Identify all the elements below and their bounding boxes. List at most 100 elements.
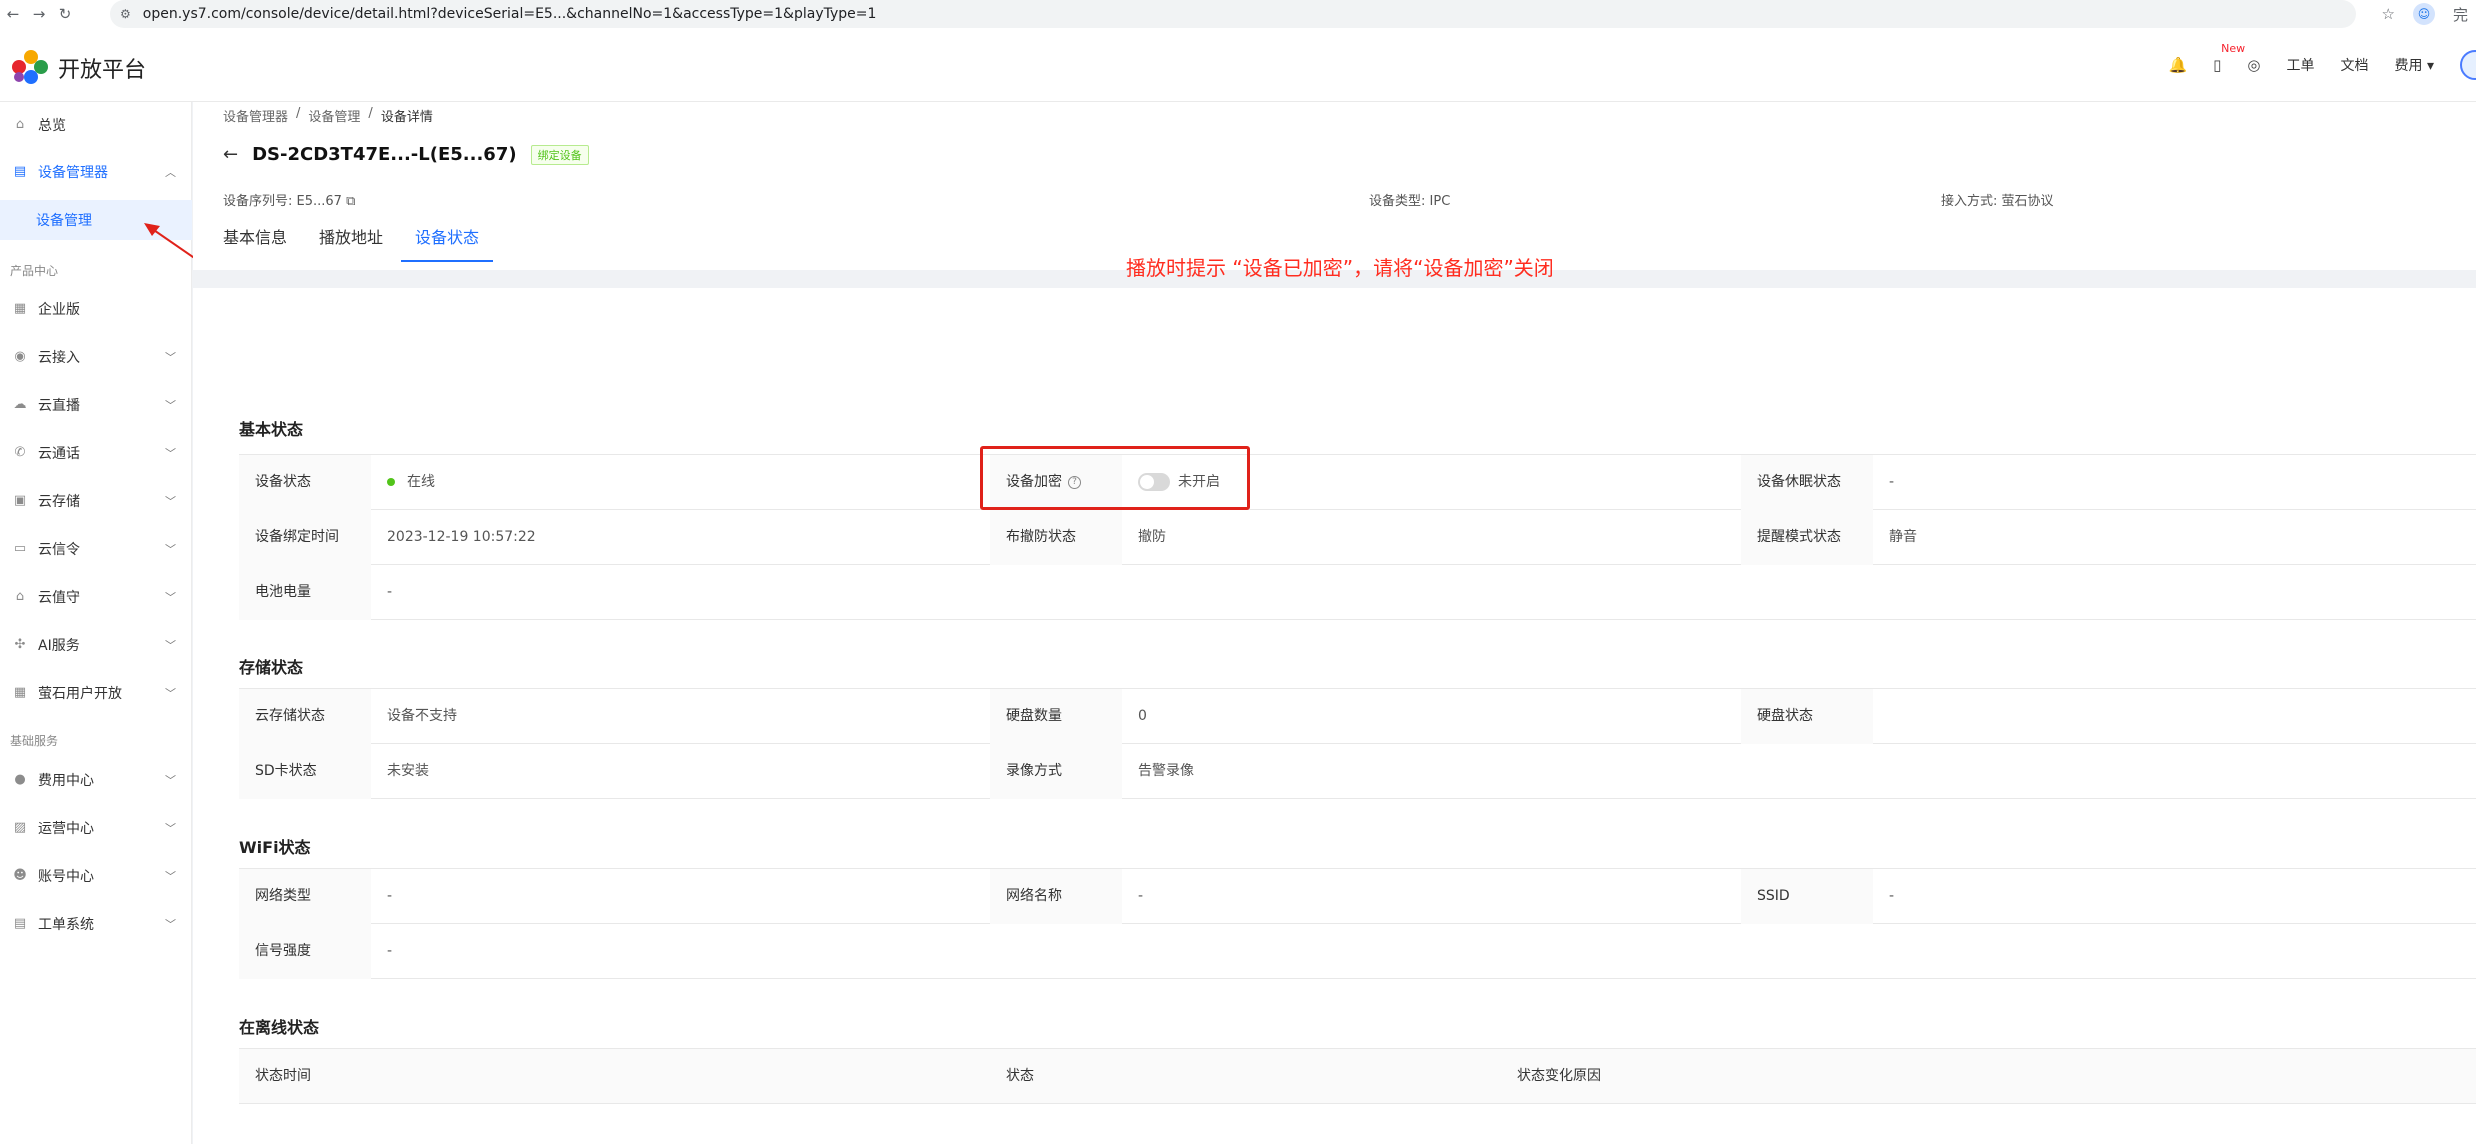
sidebar-item-label: 云值守 [38, 590, 80, 606]
new-badge: New [2221, 42, 2246, 55]
breadcrumb-device-manager[interactable]: 设备管理器 [223, 106, 288, 125]
sidebar-item-cloud-live[interactable]: ☁ 云直播 ﹀ [0, 390, 192, 420]
tab-basic-info[interactable]: 基本信息 [223, 224, 287, 262]
phone-glyph: ▯ [2213, 56, 2222, 74]
compass-icon[interactable]: ◎ [2247, 56, 2260, 74]
logo-text: 开放平台 [58, 58, 147, 83]
sidebar-item-account-center[interactable]: ☻ 账号中心 ﹀ [0, 861, 192, 891]
serial-field: 设备序列号: E5...67 ⧉ [223, 190, 355, 209]
phone-icon[interactable]: ▯ New [2213, 42, 2245, 74]
sidebar-item-device-manager[interactable]: ▤ 设备管理器 ︿ [0, 157, 192, 187]
sidebar-item-ops-center[interactable]: ▨ 运营中心 ﹀ [0, 813, 192, 843]
forward-arrow-icon[interactable]: → [26, 5, 52, 23]
basic-status-grid: 设备状态 在线 设备加密? 未开启 设备休眠状态 - 设备绑定时间 2023-1… [239, 454, 2476, 620]
fees-label: 费用 [2394, 58, 2423, 74]
sidebar-item-label: 总览 [38, 118, 66, 134]
col-status-time: 状态时间 [255, 1068, 311, 1084]
site-settings-icon[interactable]: ⚙ [120, 7, 131, 21]
sidebar-item-cloud-access[interactable]: ◉ 云接入 ﹀ [0, 342, 192, 372]
address-bar[interactable]: ⚙ open.ys7.com/console/device/detail.htm… [110, 0, 2356, 28]
table-row: 信号强度 - [239, 924, 2476, 979]
docs-link[interactable]: 文档 [2341, 55, 2369, 75]
back-arrow-icon[interactable]: ← [223, 144, 238, 165]
chart-icon: ▨ [13, 820, 27, 835]
wifi-status-grid: 网络类型 - 网络名称 - SSID - 信号强度 - [239, 868, 2476, 979]
bookmark-star-icon[interactable]: ☆ [2382, 5, 2395, 23]
caret-down-icon: ▾ [2426, 58, 2434, 74]
table-row: 设备绑定时间 2023-12-19 10:57:22 布撤防状态 撤防 提醒模式… [239, 510, 2476, 565]
profile-label[interactable]: 完 [2453, 4, 2468, 25]
chevron-down-icon: ﹀ [165, 774, 176, 787]
device-type-field: 设备类型: IPC [1369, 190, 1450, 209]
chevron-down-icon: ﹀ [165, 351, 176, 364]
building-icon: ▦ [13, 301, 27, 316]
logo[interactable]: 开放平台 [12, 50, 146, 86]
access-type-field: 接入方式: 萤石协议 [1941, 190, 2054, 209]
fees-menu[interactable]: 费用 ▾ [2395, 55, 2434, 75]
sidebar-item-overview[interactable]: ⌂ 总览 [0, 110, 192, 140]
sidebar-item-cloud-guard[interactable]: ⌂ 云值守 ﹀ [0, 582, 192, 612]
sidebar-item-enterprise[interactable]: ▦ 企业版 [0, 294, 192, 324]
tab-play-address[interactable]: 播放地址 [319, 224, 383, 262]
server-icon: ▤ [13, 164, 27, 179]
tab-device-status[interactable]: 设备状态 [401, 224, 494, 262]
cloud-access-icon: ◉ [14, 349, 26, 364]
profile-icon[interactable]: ☺ [2412, 3, 2435, 25]
avatar[interactable] [2460, 50, 2476, 80]
copy-icon[interactable]: ⧉ [346, 194, 355, 209]
tab-bar: 基本信息 播放地址 设备状态 [223, 224, 494, 262]
online-dot-icon [387, 478, 395, 486]
bell-icon[interactable]: 🔔 [2168, 56, 2187, 74]
work-order-link[interactable]: 工单 [2287, 55, 2315, 75]
device-status-text: 在线 [407, 474, 435, 490]
sd-label: SD卡状态 [239, 744, 371, 799]
sidebar-item-cloud-signal[interactable]: ▭ 云信令 ﹀ [0, 534, 192, 564]
sd-value: 未安装 [387, 763, 429, 779]
device-status-value: 在线 [371, 455, 435, 510]
disk-count-label: 硬盘数量 [990, 689, 1122, 744]
sidebar-item-label: 运营中心 [38, 821, 94, 837]
chevron-down-icon: ﹀ [165, 870, 176, 883]
arming-label: 布撤防状态 [990, 510, 1122, 565]
access-type-value: 萤石协议 [2001, 194, 2054, 209]
table-header-row: 状态时间 状态 状态变化原因 [239, 1049, 2476, 1104]
record-label: 录像方式 [990, 744, 1122, 799]
sidebar-item-label: 设备管理器 [38, 165, 108, 181]
sidebar-item-label: 云直播 [38, 398, 80, 414]
ai-icon: ✣ [14, 637, 26, 652]
chevron-down-icon: ﹀ [165, 447, 176, 460]
sidebar-item-ezviz-user[interactable]: ▦ 萤石用户开放 ﹀ [0, 678, 192, 708]
arming-value: 撤防 [1138, 529, 1166, 545]
breadcrumb-device-manage[interactable]: 设备管理 [308, 106, 360, 125]
app-header: 开放平台 🔔 ▯ New ◎ 工单 文档 费用 ▾ [0, 28, 2476, 102]
sleep-value: - [1889, 474, 1895, 490]
chevron-down-icon: ﹀ [165, 495, 176, 508]
serial-value: E5...67 [296, 194, 342, 209]
bind-time-value: 2023-12-19 10:57:22 [387, 529, 536, 545]
detail-header-panel: 设备管理器 / 设备管理 / 设备详情 ← DS-2CD3T47E...-L(E… [193, 102, 2476, 270]
sidebar-item-label: 设备管理 [36, 213, 92, 229]
status-content: 基本状态 设备状态 在线 设备加密? 未开启 设备休眠状态 - 设备绑定时间 2… [193, 288, 2476, 1144]
user-icon: ☻ [13, 868, 27, 883]
sidebar-item-ticket-system[interactable]: ▤ 工单系统 ﹀ [0, 909, 192, 939]
chevron-down-icon: ﹀ [165, 822, 176, 835]
breadcrumb-device-detail: 设备详情 [380, 110, 433, 125]
sidebar-item-label: 云通话 [38, 446, 80, 462]
reload-icon[interactable]: ↻ [52, 5, 78, 23]
sidebar-item-cloud-storage[interactable]: ▣ 云存储 ﹀ [0, 486, 192, 516]
sidebar-item-ai-service[interactable]: ✣ AI服务 ﹀ [0, 630, 192, 660]
table-row: 设备状态 在线 设备加密? 未开启 设备休眠状态 - [239, 455, 2476, 510]
sidebar-item-fee-center[interactable]: ● 费用中心 ﹀ [0, 765, 192, 795]
online-status-table: 状态时间 状态 状态变化原因 [239, 1048, 2476, 1104]
disk-status-value [1873, 689, 1889, 744]
url-text[interactable]: open.ys7.com/console/device/detail.html?… [143, 6, 877, 22]
section-title-online: 在离线状态 [239, 1018, 320, 1037]
back-arrow-icon[interactable]: ← [0, 5, 26, 23]
battery-label: 电池电量 [239, 565, 371, 620]
sidebar-item-cloud-call[interactable]: ✆ 云通话 ﹀ [0, 438, 192, 468]
phone-call-icon: ✆ [14, 445, 26, 460]
browser-toolbar: ← → ↻ ⚙ open.ys7.com/console/device/deta… [0, 0, 2476, 28]
sleep-label: 设备休眠状态 [1741, 455, 1873, 510]
cloud-storage-label: 云存储状态 [239, 689, 371, 744]
breadcrumb-separator: / [368, 106, 373, 121]
